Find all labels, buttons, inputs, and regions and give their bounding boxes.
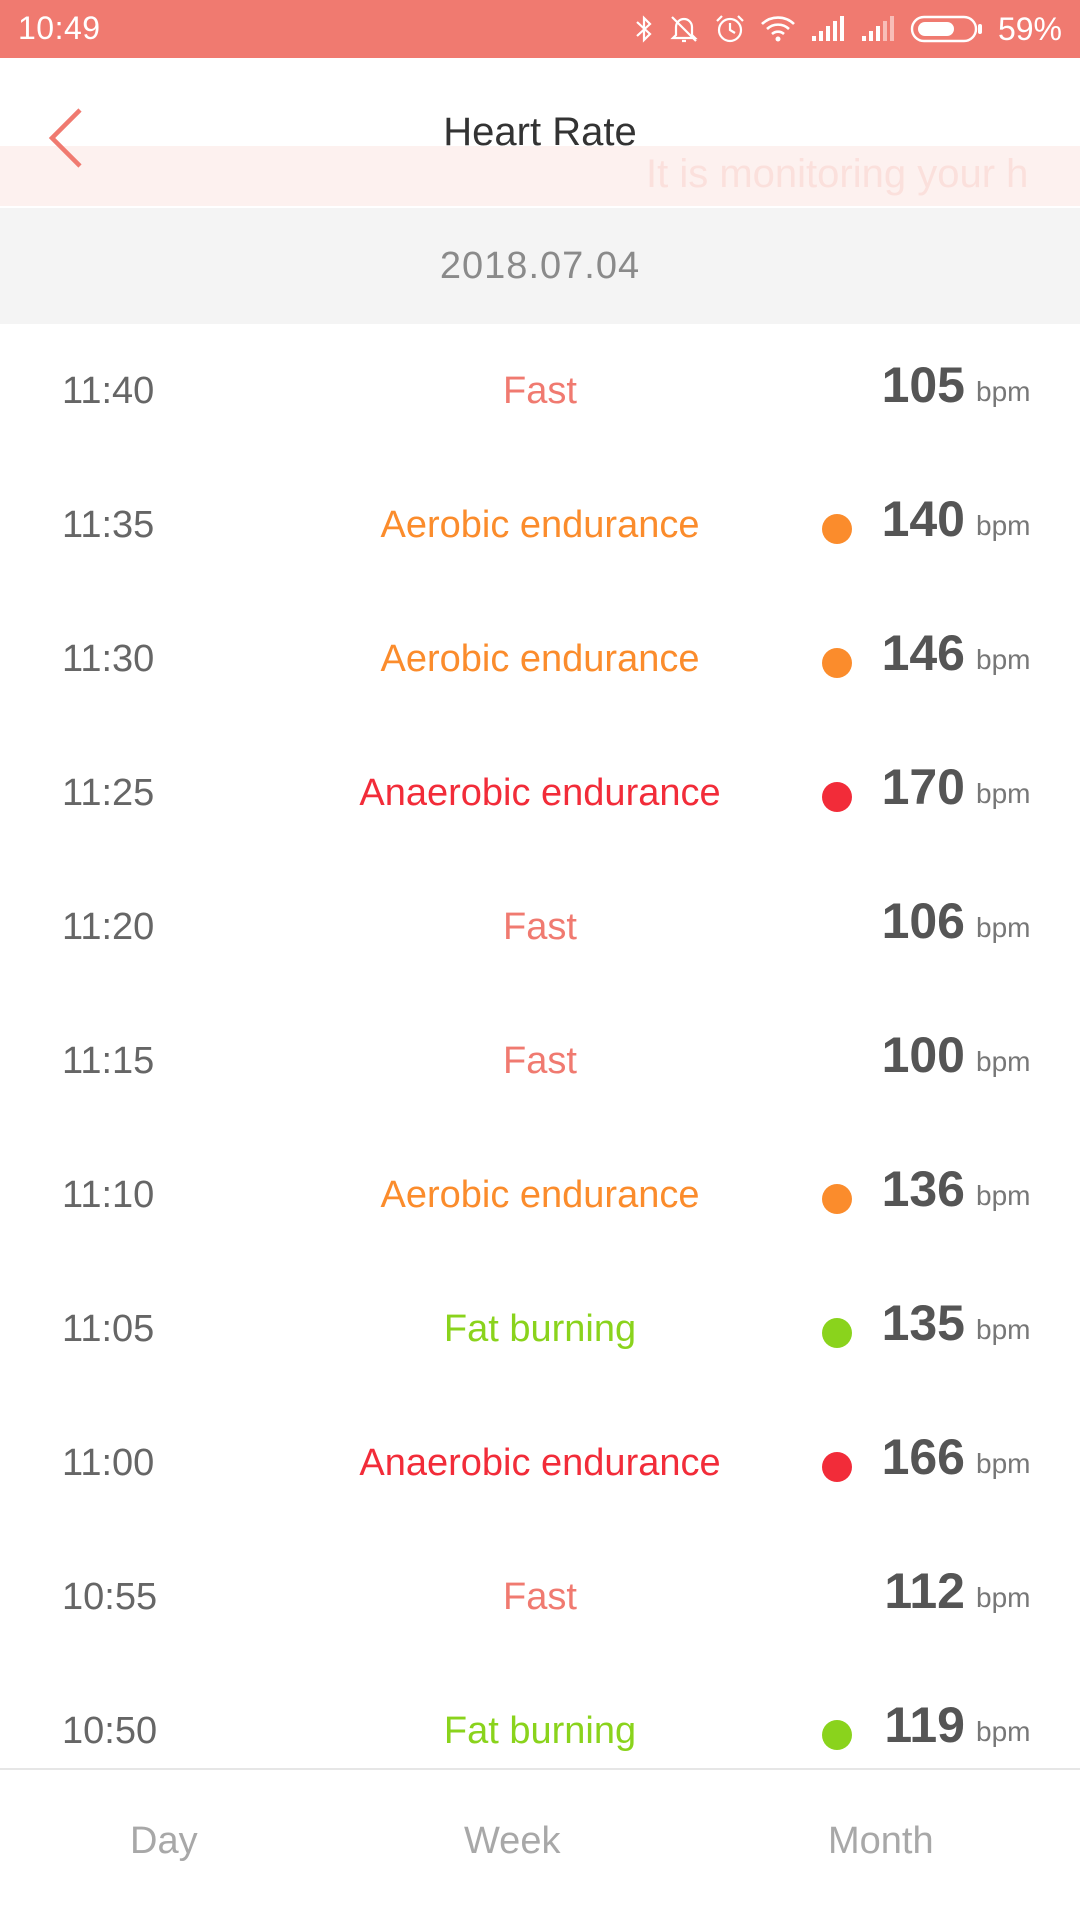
tab-month[interactable]: Month	[828, 1820, 934, 1863]
tab-day[interactable]: Day	[130, 1820, 198, 1863]
reading-zone: Anaerobic endurance	[359, 1442, 721, 1484]
reading-value: 106	[881, 893, 965, 949]
reading-unit: bpm	[976, 1716, 1031, 1747]
reading-time: 11:30	[62, 638, 155, 680]
reading-time: 11:40	[62, 370, 155, 412]
reading-time: 11:25	[62, 772, 155, 814]
reading-zone: Fast	[503, 906, 577, 948]
list-item[interactable]: 11:10 Aerobic endurance 136 bpm	[0, 1128, 1080, 1262]
reading-unit: bpm	[976, 912, 1031, 943]
list-item[interactable]: 11:40 Fast 105 bpm	[0, 324, 1080, 458]
reading-zone: Fat burning	[443, 1308, 637, 1350]
monitoring-banner: It is monitoring your h	[0, 146, 1080, 206]
battery-percent: 59%	[997, 10, 1062, 47]
zone-dot-icon	[822, 648, 852, 678]
battery-icon	[910, 8, 984, 50]
reading-zone: Aerobic endurance	[380, 504, 700, 546]
list-item[interactable]: 11:35 Aerobic endurance 140 bpm	[0, 458, 1080, 592]
reading-zone: Fast	[503, 1576, 577, 1618]
reading-value: 105	[881, 357, 965, 413]
reading-time: 11:05	[62, 1308, 155, 1350]
zone-dot-icon	[822, 1318, 852, 1348]
list-item[interactable]: 11:20 Fast 106 bpm	[0, 860, 1080, 994]
reading-zone: Fat burning	[443, 1710, 637, 1752]
reading-unit: bpm	[976, 778, 1031, 809]
status-icons: 59%	[634, 8, 1062, 50]
alarm-icon	[714, 8, 746, 50]
page-title: Heart Rate	[443, 110, 637, 154]
reading-time: 11:20	[62, 906, 155, 948]
reading-unit: bpm	[976, 1582, 1031, 1613]
zone-dot-icon	[822, 514, 852, 544]
reading-unit: bpm	[976, 1314, 1031, 1345]
reading-time: 11:00	[62, 1442, 155, 1484]
list-item[interactable]: 11:15 Fast 100 bpm	[0, 994, 1080, 1128]
reading-time: 10:50	[62, 1710, 158, 1752]
signal-icon	[810, 8, 846, 50]
monitoring-banner-text: It is monitoring your h	[646, 152, 1029, 196]
list-item[interactable]: 11:30 Aerobic endurance 146 bpm	[0, 592, 1080, 726]
reading-time: 11:10	[62, 1174, 155, 1216]
date-label: 2018.07.04	[439, 244, 641, 287]
reading-unit: bpm	[976, 376, 1031, 407]
reading-unit: bpm	[976, 1448, 1031, 1479]
list-item[interactable]: 10:50 Fat burning 119 bpm	[0, 1664, 1080, 1768]
app-header: It is monitoring your h Heart Rate	[0, 58, 1080, 208]
status-bar: 10:49 59%	[0, 0, 1080, 58]
reading-unit: bpm	[976, 510, 1031, 541]
zone-dot-icon	[822, 782, 852, 812]
reading-unit: bpm	[976, 644, 1031, 675]
reading-zone: Anaerobic endurance	[359, 772, 721, 814]
signal-icon	[860, 8, 896, 50]
reading-unit: bpm	[976, 1180, 1031, 1211]
zone-dot-icon	[822, 1184, 852, 1214]
reading-value: 135	[881, 1295, 965, 1351]
reading-value: 166	[881, 1429, 965, 1485]
reading-time: 11:15	[62, 1040, 155, 1082]
tab-week[interactable]: Week	[464, 1820, 560, 1863]
status-time: 10:49	[18, 10, 101, 46]
zone-dot-icon	[822, 1720, 852, 1750]
zone-dot-icon	[822, 1452, 852, 1482]
list-item[interactable]: 10:55 Fast 112 bpm	[0, 1530, 1080, 1664]
wifi-icon	[760, 8, 796, 50]
reading-zone: Fast	[503, 1040, 577, 1082]
reading-value: 100	[881, 1027, 965, 1083]
reading-value: 170	[881, 759, 965, 815]
reading-value: 140	[881, 491, 965, 547]
heart-rate-list[interactable]: 11:40 Fast 105 bpm 11:35 Aerobic enduran…	[0, 324, 1080, 1768]
list-item[interactable]: 11:00 Anaerobic endurance 166 bpm	[0, 1396, 1080, 1530]
reading-time: 11:35	[62, 504, 155, 546]
silent-icon	[668, 8, 700, 50]
reading-zone: Fast	[503, 370, 577, 412]
bluetooth-icon	[634, 8, 654, 50]
list-item[interactable]: 11:05 Fat burning 135 bpm	[0, 1262, 1080, 1396]
reading-value: 112	[884, 1563, 965, 1619]
list-item[interactable]: 11:25 Anaerobic endurance 170 bpm	[0, 726, 1080, 860]
reading-time: 10:55	[62, 1576, 158, 1618]
bottom-nav: Day Week Month	[0, 1768, 1080, 1920]
reading-value: 136	[881, 1161, 965, 1217]
reading-zone: Aerobic endurance	[380, 1174, 700, 1216]
reading-value: 119	[884, 1697, 965, 1753]
date-bar: 2018.07.04	[0, 208, 1080, 324]
reading-zone: Aerobic endurance	[380, 638, 700, 680]
reading-unit: bpm	[976, 1046, 1031, 1077]
reading-value: 146	[881, 625, 965, 681]
